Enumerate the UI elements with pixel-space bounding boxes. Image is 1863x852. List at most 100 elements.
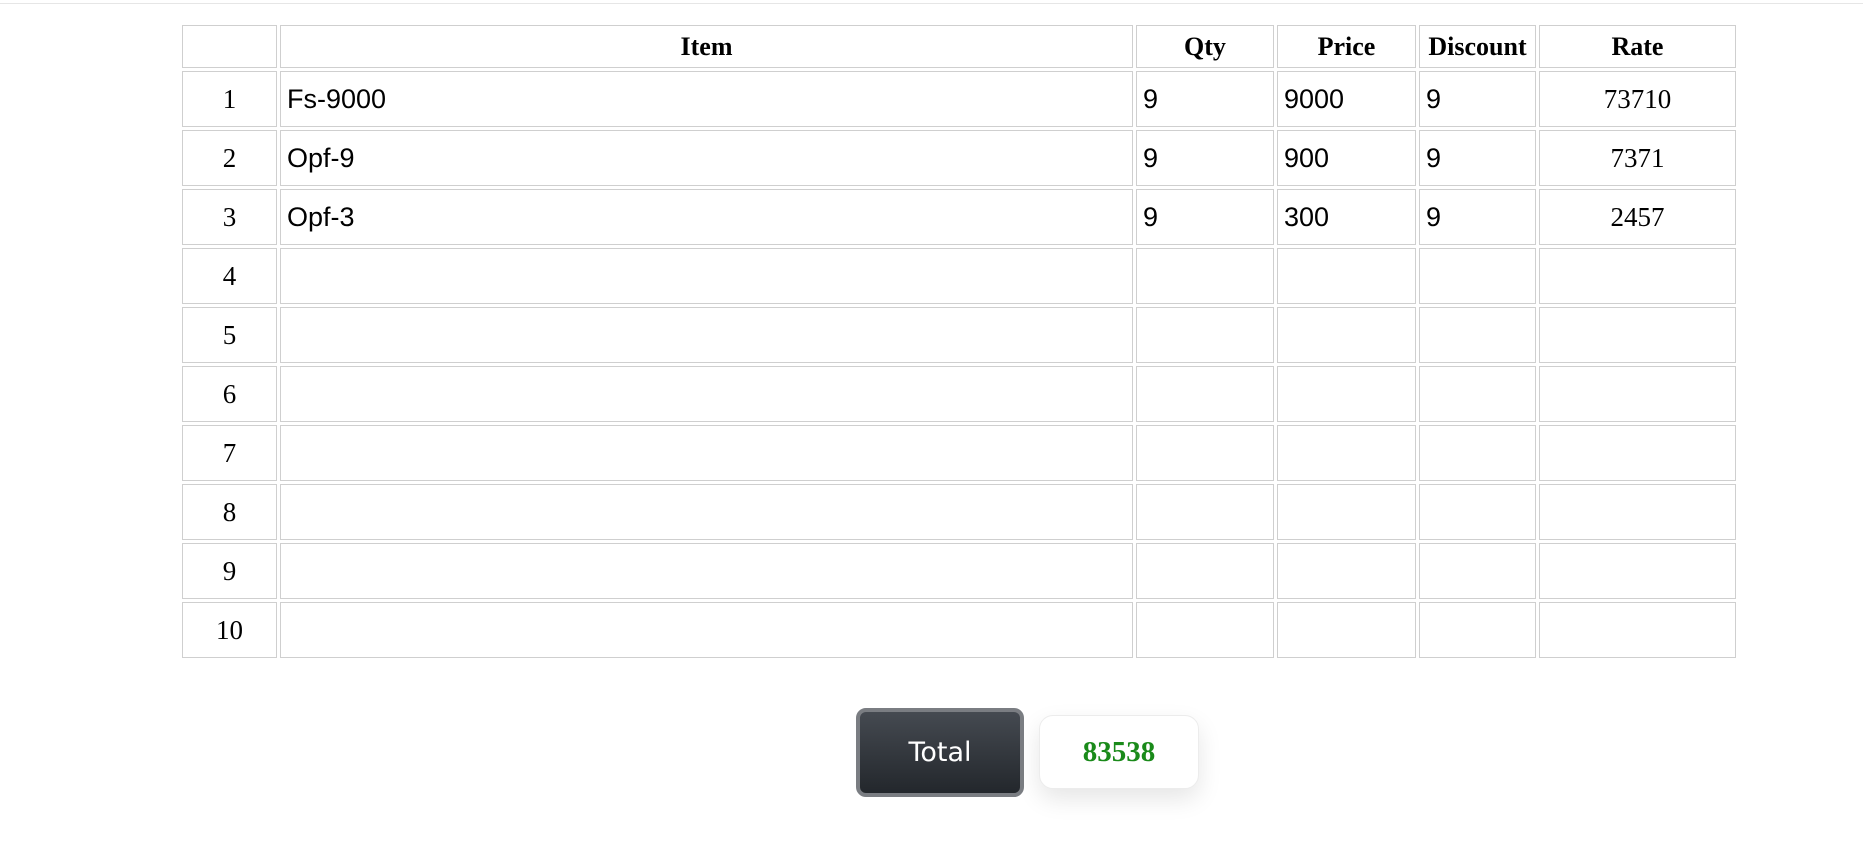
qty-cell: 9 <box>1136 71 1274 127</box>
qty-cell <box>1136 307 1274 363</box>
row-number: 10 <box>182 602 277 658</box>
rate-value: 73710 <box>1539 71 1736 127</box>
row-number: 4 <box>182 248 277 304</box>
rate-value <box>1539 307 1736 363</box>
header-qty: Qty <box>1136 25 1274 68</box>
price-cell <box>1277 543 1416 599</box>
table-row: 6 <box>182 366 1736 422</box>
row-number: 9 <box>182 543 277 599</box>
qty-cell: 9 <box>1136 189 1274 245</box>
rate-value <box>1539 543 1736 599</box>
item-field[interactable] <box>281 426 1132 480</box>
qty-field[interactable] <box>1137 367 1273 421</box>
item-cell: Opf-3 <box>280 189 1133 245</box>
item-cell <box>280 484 1133 540</box>
item-field[interactable] <box>281 544 1132 598</box>
price-cell: 900 <box>1277 130 1416 186</box>
discount-field[interactable]: 9 <box>1420 131 1535 185</box>
row-number: 8 <box>182 484 277 540</box>
qty-field[interactable]: 9 <box>1137 72 1273 126</box>
price-field[interactable] <box>1278 308 1415 362</box>
total-button[interactable]: Total <box>856 708 1024 797</box>
discount-field[interactable]: 9 <box>1420 190 1535 244</box>
row-number: 2 <box>182 130 277 186</box>
discount-field[interactable] <box>1420 544 1535 598</box>
item-cell <box>280 248 1133 304</box>
row-number: 1 <box>182 71 277 127</box>
item-field[interactable] <box>281 249 1132 303</box>
discount-field[interactable] <box>1420 426 1535 480</box>
qty-cell <box>1136 543 1274 599</box>
discount-field[interactable] <box>1420 249 1535 303</box>
rate-value <box>1539 602 1736 658</box>
row-number: 5 <box>182 307 277 363</box>
qty-field[interactable] <box>1137 544 1273 598</box>
discount-field[interactable] <box>1420 308 1535 362</box>
qty-cell <box>1136 366 1274 422</box>
rate-value <box>1539 366 1736 422</box>
price-cell: 9000 <box>1277 71 1416 127</box>
qty-field[interactable] <box>1137 426 1273 480</box>
qty-field[interactable] <box>1137 249 1273 303</box>
discount-cell: 9 <box>1419 71 1536 127</box>
discount-cell <box>1419 307 1536 363</box>
discount-cell <box>1419 248 1536 304</box>
price-cell <box>1277 248 1416 304</box>
price-cell <box>1277 602 1416 658</box>
rate-value <box>1539 248 1736 304</box>
item-cell: Opf-9 <box>280 130 1133 186</box>
qty-field[interactable] <box>1137 603 1273 657</box>
header-price: Price <box>1277 25 1416 68</box>
price-field[interactable] <box>1278 249 1415 303</box>
rate-value: 7371 <box>1539 130 1736 186</box>
item-field[interactable] <box>281 603 1132 657</box>
price-field[interactable] <box>1278 485 1415 539</box>
item-field[interactable] <box>281 367 1132 421</box>
table-row: 8 <box>182 484 1736 540</box>
top-divider <box>0 0 1863 4</box>
price-field[interactable] <box>1278 426 1415 480</box>
item-cell <box>280 543 1133 599</box>
discount-cell <box>1419 366 1536 422</box>
discount-field[interactable] <box>1420 603 1535 657</box>
item-cell <box>280 602 1133 658</box>
qty-cell <box>1136 602 1274 658</box>
item-field[interactable] <box>281 308 1132 362</box>
row-number: 6 <box>182 366 277 422</box>
discount-cell: 9 <box>1419 130 1536 186</box>
item-field[interactable]: Opf-3 <box>281 190 1132 244</box>
header-discount: Discount <box>1419 25 1536 68</box>
discount-cell <box>1419 543 1536 599</box>
discount-field[interactable]: 9 <box>1420 72 1535 126</box>
discount-field[interactable] <box>1420 485 1535 539</box>
item-field[interactable]: Fs-9000 <box>281 72 1132 126</box>
price-field[interactable]: 9000 <box>1278 72 1415 126</box>
item-field[interactable] <box>281 485 1132 539</box>
qty-field[interactable] <box>1137 485 1273 539</box>
discount-cell: 9 <box>1419 189 1536 245</box>
price-field[interactable]: 300 <box>1278 190 1415 244</box>
discount-field[interactable] <box>1420 367 1535 421</box>
total-value: 83538 <box>1039 715 1199 789</box>
order-table: Item Qty Price Discount Rate 1 Fs-9000 9 90… <box>179 22 1739 661</box>
qty-cell <box>1136 425 1274 481</box>
price-cell <box>1277 366 1416 422</box>
header-item: Item <box>280 25 1133 68</box>
table-header-row: Item Qty Price Discount Rate <box>182 25 1736 68</box>
price-field[interactable] <box>1278 544 1415 598</box>
rate-value: 2457 <box>1539 189 1736 245</box>
price-field[interactable]: 900 <box>1278 131 1415 185</box>
price-field[interactable] <box>1278 603 1415 657</box>
qty-field[interactable]: 9 <box>1137 190 1273 244</box>
price-cell: 300 <box>1277 189 1416 245</box>
price-field[interactable] <box>1278 367 1415 421</box>
qty-field[interactable] <box>1137 308 1273 362</box>
item-cell <box>280 366 1133 422</box>
row-number: 3 <box>182 189 277 245</box>
item-field[interactable]: Opf-9 <box>281 131 1132 185</box>
qty-field[interactable]: 9 <box>1137 131 1273 185</box>
table-row: 1 Fs-9000 9 9000 9 73710 <box>182 71 1736 127</box>
discount-cell <box>1419 425 1536 481</box>
discount-cell <box>1419 484 1536 540</box>
price-cell <box>1277 484 1416 540</box>
